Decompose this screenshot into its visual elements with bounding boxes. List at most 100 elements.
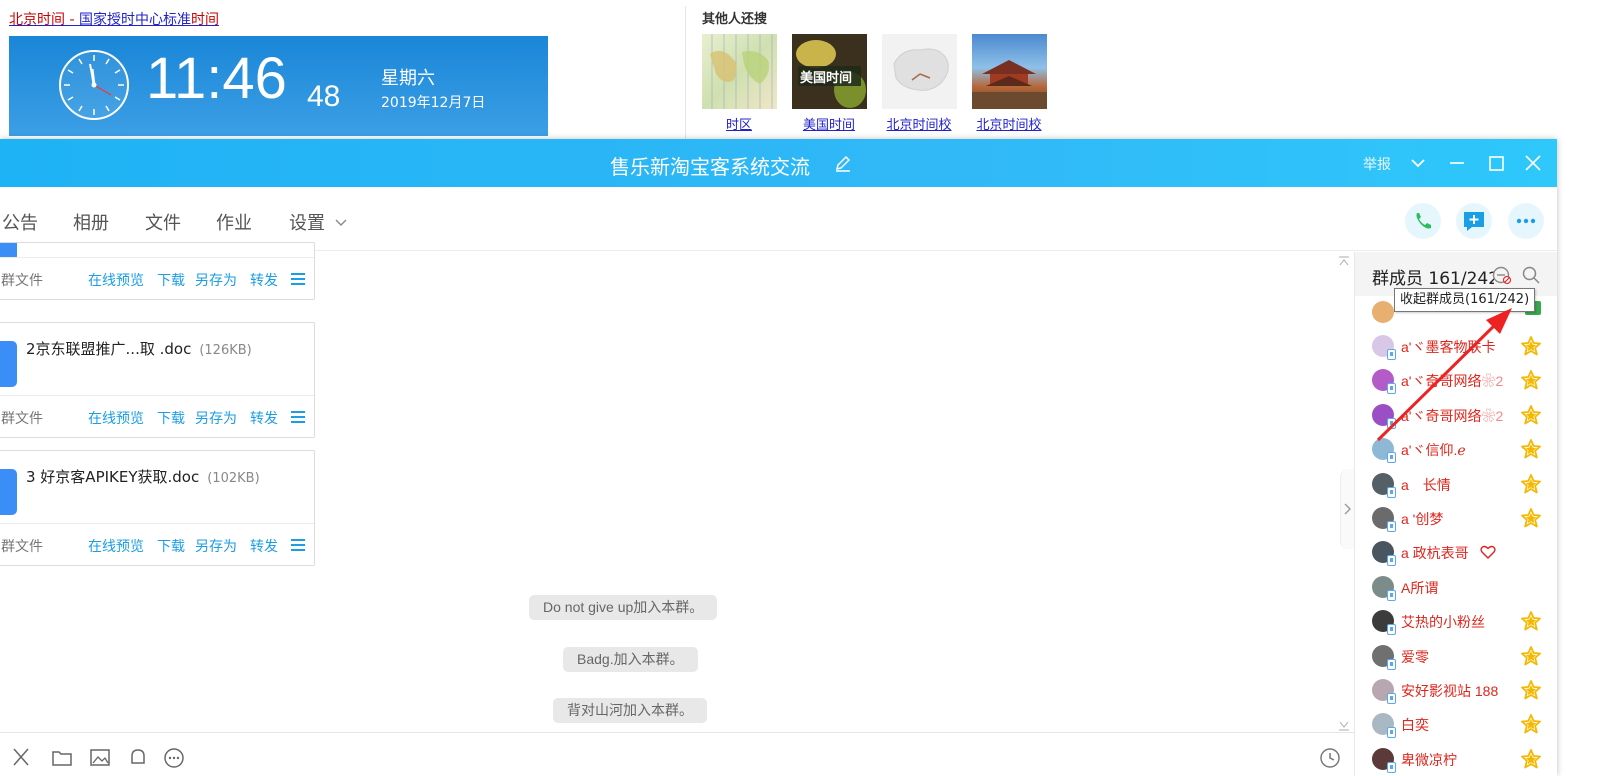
forward-button[interactable]: 转发 <box>250 408 278 428</box>
file-name-row[interactable]: 2京东联盟推广...取 .doc (126KB) <box>26 338 252 359</box>
member-row[interactable]: A所谓 <box>1355 571 1557 605</box>
group-title[interactable]: 售乐新淘宝客系统交流 <box>610 151 810 180</box>
file-name-row[interactable]: 3 好京客APIKEY获取.doc (102KB) <box>26 466 260 487</box>
more-options-icon[interactable] <box>1508 203 1544 239</box>
group-members-panel: 群成员 161/242 a'ヾ墨客物联卡 a'ヾ奇哥网络❀2 a'ヾ奇哥网络❀2 a'… <box>1354 252 1557 776</box>
member-row[interactable]: a'ヾ奇哥网络❀2 <box>1355 364 1557 398</box>
clock-weekday: 星期六 <box>381 68 435 89</box>
member-name-row: a 长情 <box>1401 475 1451 495</box>
member-star-icon <box>1521 405 1541 425</box>
member-row[interactable]: a'ヾ信仰.ℯ <box>1355 433 1557 467</box>
member-row[interactable]: a'ヾ奇哥网络❀2 <box>1355 399 1557 433</box>
member-row[interactable]: a 长情 <box>1355 468 1557 502</box>
member-row[interactable]: a 政杭表哥 <box>1355 536 1557 570</box>
preview-button[interactable]: 在线预览 <box>88 536 144 556</box>
folder-icon[interactable] <box>50 745 74 769</box>
member-name: a '创梦 <box>1401 511 1444 527</box>
message-area[interactable]: 群文件 在线预览 下载 另存为 转发 2京东联盟推广...取 .doc (126K… <box>0 242 1354 732</box>
thumb-timezone-map[interactable] <box>702 34 777 109</box>
member-row[interactable]: a'ヾ墨客物联卡 <box>1355 330 1557 364</box>
save-as-button[interactable]: 另存为 <box>195 270 237 290</box>
more-tools-icon[interactable] <box>162 745 186 769</box>
member-name-row: 艾热的小粉丝 <box>1401 612 1485 632</box>
file-card[interactable]: 3 好京客APIKEY获取.doc (102KB) 群文件 在线预览 下载 另存为… <box>0 450 315 566</box>
member-name: a'ヾ奇哥网络 <box>1401 408 1482 424</box>
thumb-us-time[interactable]: 美国时间 <box>792 34 867 109</box>
member-name: 白奕 <box>1401 717 1429 733</box>
thumb-forbidden-city[interactable] <box>972 34 1047 109</box>
thumb-china-map[interactable] <box>882 34 957 109</box>
phone-call-icon[interactable] <box>1405 203 1441 239</box>
download-button[interactable]: 下载 <box>157 536 185 556</box>
file-card[interactable]: 群文件 在线预览 下载 另存为 转发 <box>0 242 315 300</box>
title-bar[interactable]: 售乐新淘宝客系统交流 举报 <box>0 139 1557 187</box>
file-menu-icon[interactable] <box>291 273 305 285</box>
scroll-top-icon[interactable] <box>1337 252 1351 271</box>
maximize-icon[interactable] <box>1484 151 1508 175</box>
mobile-online-icon <box>1387 521 1396 532</box>
member-row[interactable]: 白奕 <box>1355 708 1557 742</box>
clock-seconds: 48 <box>307 80 341 113</box>
download-button[interactable]: 下载 <box>157 408 185 428</box>
tab-settings[interactable]: 设置 <box>289 209 325 235</box>
history-clock-icon[interactable] <box>1318 745 1342 769</box>
member-row[interactable]: 安好影视站 188 <box>1355 674 1557 708</box>
member-row[interactable]: 卑微凉柠 <box>1355 743 1557 776</box>
chevron-down-icon[interactable] <box>1406 151 1430 175</box>
member-row[interactable]: a '创梦 <box>1355 502 1557 536</box>
member-star-icon <box>1521 714 1541 734</box>
file-size: (126KB) <box>199 343 252 358</box>
member-name-row: a 政杭表哥 <box>1401 543 1469 563</box>
file-menu-icon[interactable] <box>291 539 305 551</box>
group-chat-window: 售乐新淘宝客系统交流 举报 公告 相册 文件 作业 设置 群文件 在线预览 下载… <box>0 139 1557 776</box>
thumb-label-us-time[interactable]: 美国时间 <box>784 114 874 133</box>
search-icon[interactable] <box>1521 265 1541 289</box>
save-as-button[interactable]: 另存为 <box>195 408 237 428</box>
file-menu-icon[interactable] <box>291 411 305 423</box>
edit-pencil-icon[interactable] <box>834 155 852 177</box>
members-count-title: 群成员 161/242 <box>1372 269 1494 289</box>
collapse-members-icon[interactable] <box>1492 265 1512 289</box>
member-name: a'ヾ墨客物联卡 <box>1401 339 1496 355</box>
minimize-icon[interactable] <box>1445 151 1469 175</box>
image-icon[interactable] <box>88 745 112 769</box>
tab-album[interactable]: 相册 <box>73 209 109 235</box>
member-name-row: a '创梦 <box>1401 509 1443 529</box>
tab-homework[interactable]: 作业 <box>216 209 252 235</box>
report-button[interactable]: 举报 <box>1363 154 1391 174</box>
tab-files[interactable]: 文件 <box>145 209 181 235</box>
new-message-icon[interactable] <box>1456 203 1492 239</box>
file-card-footer: 群文件 在线预览 下载 另存为 转发 <box>0 257 314 299</box>
column-divider <box>685 6 686 141</box>
clock-banner[interactable]: 11:46 48 星期六 2019年12月7日 <box>9 36 548 136</box>
save-as-button[interactable]: 另存为 <box>195 536 237 556</box>
thumb-label-timezone[interactable]: 时区 <box>694 114 784 133</box>
thumb-label-beijing-2[interactable]: 北京时间校 <box>964 114 1054 133</box>
settings-chevron-icon[interactable] <box>334 215 348 234</box>
web-page: 北京时间 - 国家授时中心标准时间 11:46 48 星期六 2019年12月7… <box>0 0 1600 145</box>
member-name-row: a'ヾ墨客物联卡 <box>1401 337 1495 357</box>
file-source: 群文件 <box>1 411 43 427</box>
forward-button[interactable]: 转发 <box>250 536 278 556</box>
panel-collapse-handle[interactable] <box>1340 469 1354 549</box>
scissors-icon[interactable] <box>10 745 34 769</box>
thumb-label-beijing-1[interactable]: 北京时间校 <box>874 114 964 133</box>
bell-icon[interactable] <box>126 745 150 769</box>
member-name-row: 卑微凉柠 <box>1401 750 1457 770</box>
download-button[interactable]: 下载 <box>157 270 185 290</box>
file-card[interactable]: 2京东联盟推广...取 .doc (126KB) 群文件 在线预览 下载 另存为 … <box>0 322 315 438</box>
member-name-row: A所谓 <box>1401 578 1438 598</box>
preview-button[interactable]: 在线预览 <box>88 408 144 428</box>
member-name: a'ヾ奇哥网络 <box>1401 373 1482 389</box>
close-icon[interactable] <box>1521 151 1545 175</box>
member-row[interactable]: 艾热的小粉丝 <box>1355 605 1557 639</box>
tab-announcement[interactable]: 公告 <box>2 209 38 235</box>
forward-button[interactable]: 转发 <box>250 270 278 290</box>
link-part-2: 国家授时中心标准 <box>78 12 191 28</box>
preview-button[interactable]: 在线预览 <box>88 270 144 290</box>
member-row[interactable]: 爱零 <box>1355 640 1557 674</box>
file-card-footer: 群文件 在线预览 下载 另存为 转发 <box>0 395 314 437</box>
other-search-title: 其他人还搜 <box>702 12 768 27</box>
member-star-icon <box>1521 336 1541 356</box>
beijing-time-link[interactable]: 北京时间 - 国家授时中心标准时间 <box>9 9 219 29</box>
